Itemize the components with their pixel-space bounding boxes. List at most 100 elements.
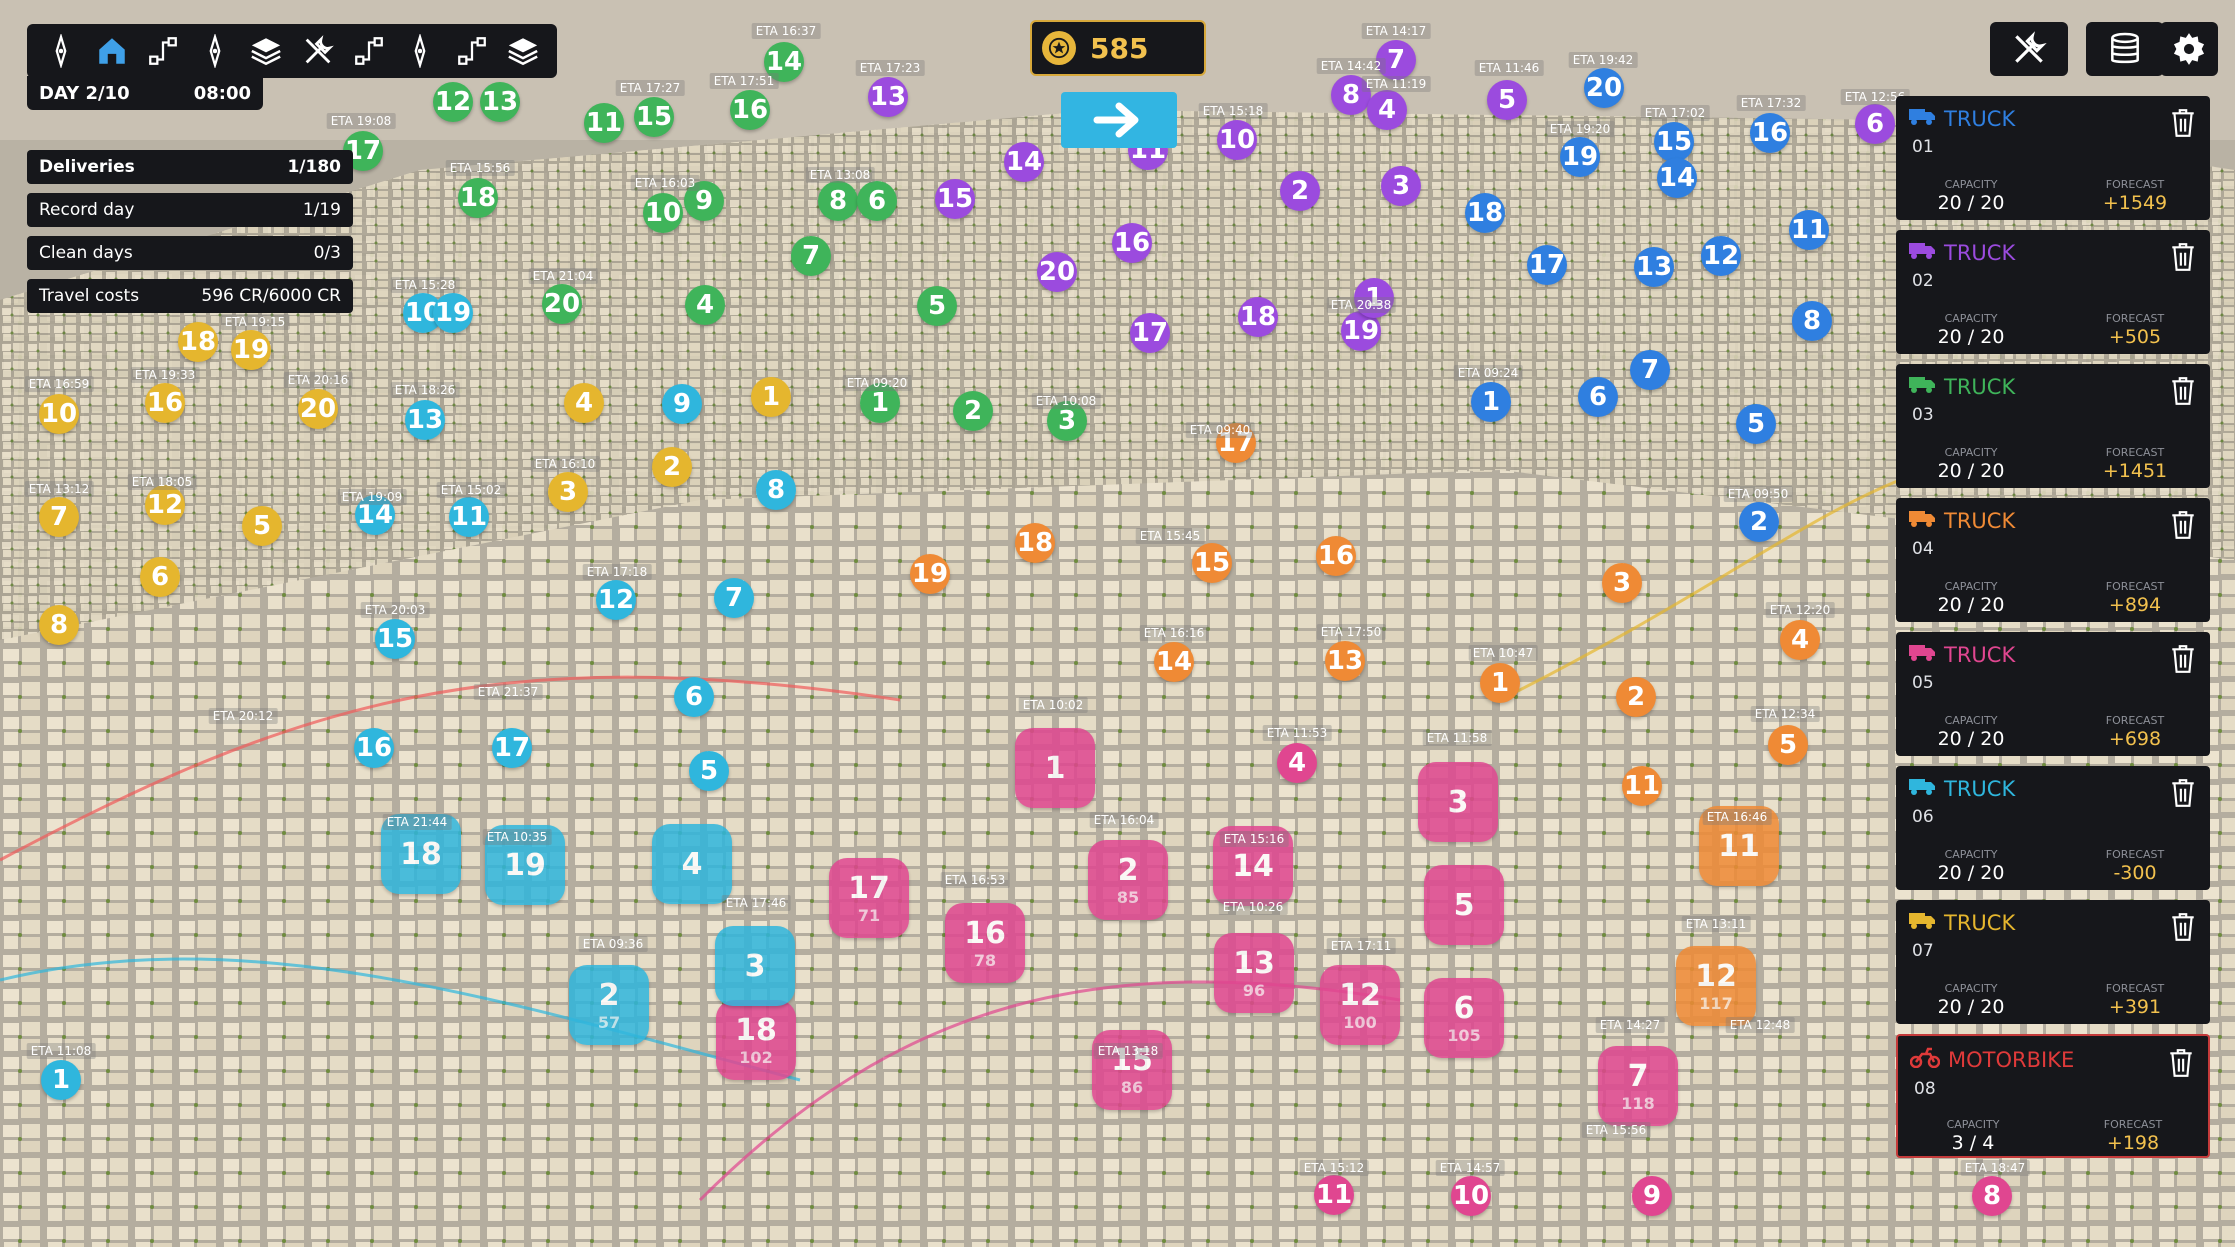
delivery-stop-marker[interactable]: 11 [449,497,489,537]
trash-icon[interactable] [2170,778,2196,808]
pin-icon[interactable] [39,29,83,73]
delivery-stop-marker[interactable]: 4 [564,383,604,423]
delivery-stop-marker[interactable]: 19 [433,293,473,333]
delivery-stop-marker[interactable]: 2 [652,447,692,487]
vehicle-card[interactable]: TRUCK 01 CAPACITY FORECAST 20 / 20 +1549 [1896,96,2210,220]
trash-icon[interactable] [2170,644,2196,674]
delivery-stop-marker[interactable]: 6 [674,677,714,717]
delivery-stop-marker[interactable]: 15 [1192,543,1232,583]
delivery-stop-marker[interactable]: 2 [1616,677,1656,717]
delivery-stop-marker-large[interactable]: 17 71 [829,858,909,938]
delivery-stop-marker[interactable]: 11 [584,103,624,143]
trash-icon[interactable] [2170,510,2196,540]
delivery-stop-marker[interactable]: 12 [1701,236,1741,276]
delivery-stop-marker[interactable]: 5 [689,751,729,791]
delivery-stop-marker[interactable]: 16 [1750,113,1790,153]
delivery-stop-marker[interactable]: 8 [1792,301,1832,341]
delivery-stop-marker[interactable]: 5 [917,286,957,326]
delivery-stop-marker-large[interactable]: 15 86 [1092,1030,1172,1110]
delivery-stop-marker[interactable]: 5 [1768,725,1808,765]
delivery-stop-marker[interactable]: 8 [756,470,796,510]
delivery-stop-marker-large[interactable]: 7 118 [1598,1046,1678,1126]
delivery-stop-marker[interactable]: 17 [1527,245,1567,285]
delivery-stop-marker[interactable]: 5 [242,506,282,546]
delivery-stop-marker[interactable]: 3 [1381,166,1421,206]
delivery-stop-marker[interactable]: 7 [1630,350,1670,390]
delivery-stop-marker[interactable]: 13 [1634,247,1674,287]
delivery-stop-marker[interactable]: 10 [39,394,79,434]
delivery-stop-marker[interactable]: 1 [1471,382,1511,422]
delivery-stop-marker[interactable]: 19 [910,554,950,594]
delivery-stop-marker[interactable]: 16 [145,383,185,423]
delivery-stop-marker[interactable]: 18 [1465,193,1505,233]
delivery-stop-marker[interactable]: 11 [1789,210,1829,250]
delivery-stop-marker[interactable]: 18 [178,322,218,362]
delivery-stop-marker[interactable]: 5 [1736,404,1776,444]
delivery-stop-marker[interactable]: 15 [634,97,674,137]
delivery-stop-marker[interactable]: 18 [1238,297,1278,337]
route-icon[interactable] [141,29,185,73]
delivery-stop-marker[interactable]: 16 [730,90,770,130]
delivery-stop-marker[interactable]: 12 [433,82,473,122]
vehicle-card[interactable]: TRUCK 02 CAPACITY FORECAST 20 / 20 +505 [1896,230,2210,354]
delivery-stop-marker[interactable]: 18 [1015,523,1055,563]
trash-icon[interactable] [2168,1048,2194,1078]
delivery-stop-marker[interactable]: 8 [1972,1176,2012,1216]
next-step-button[interactable] [1061,92,1177,148]
settings-button[interactable] [2160,22,2218,76]
delivery-stop-marker[interactable]: 9 [662,384,702,424]
delivery-stop-marker[interactable]: 2 [953,391,993,431]
delivery-stop-marker[interactable]: 4 [685,285,725,325]
delivery-stop-marker[interactable]: 6 [1578,377,1618,417]
pin-icon[interactable] [398,29,442,73]
delivery-stop-marker[interactable]: 8 [39,605,79,645]
delivery-stop-marker[interactable]: 2 [1280,171,1320,211]
vehicle-card[interactable]: MOTORBIKE 08 CAPACITY FORECAST 3 / 4 +19… [1896,1034,2210,1158]
delivery-stop-marker[interactable]: 13 [405,400,445,440]
route-icon[interactable] [347,29,391,73]
delivery-stop-marker[interactable]: 20 [1584,68,1624,108]
trash-icon[interactable] [2170,376,2196,406]
delivery-stop-marker[interactable]: 3 [548,472,588,512]
delivery-stop-marker[interactable]: 19 [231,330,271,370]
vehicle-card[interactable]: TRUCK 03 CAPACITY FORECAST 20 / 20 +1451 [1896,364,2210,488]
delivery-stop-marker[interactable]: 15 [1654,122,1694,162]
delivery-stop-marker[interactable]: 11 [1314,1175,1354,1215]
delivery-stop-marker[interactable]: 4 [1780,620,1820,660]
delivery-stop-marker[interactable]: 16 [1316,536,1356,576]
delivery-stop-marker[interactable]: 10 [1451,1176,1491,1216]
delivery-stop-marker[interactable]: 1 [41,1060,81,1100]
delivery-stop-marker[interactable]: 3 [1602,563,1642,603]
finance-button[interactable] [2086,22,2164,76]
delivery-stop-marker-large[interactable]: 3 [1418,762,1498,842]
delivery-stop-marker[interactable]: 2 [1739,502,1779,542]
delivery-stop-marker[interactable]: 19 [1560,137,1600,177]
delivery-stop-marker[interactable]: 10 [643,193,683,233]
layers-icon[interactable] [244,29,288,73]
delivery-stop-marker[interactable]: 20 [542,284,582,324]
delivery-stop-marker[interactable]: 15 [375,619,415,659]
delivery-stop-marker-large[interactable]: 2 57 [569,965,649,1045]
delivery-stop-marker[interactable]: 18 [458,178,498,218]
pin-icon[interactable] [193,29,237,73]
delivery-stop-marker-large[interactable]: 12 100 [1320,965,1400,1045]
vehicle-card[interactable]: TRUCK 04 CAPACITY FORECAST 20 / 20 +894 [1896,498,2210,622]
delivery-stop-marker[interactable]: 13 [868,77,908,117]
delivery-stop-marker[interactable]: 17 [1130,313,1170,353]
delivery-stop-marker-large[interactable]: 3 [715,926,795,1006]
vehicle-card[interactable]: TRUCK 05 CAPACITY FORECAST 20 / 20 +698 [1896,632,2210,756]
delivery-stop-marker[interactable]: 7 [39,497,79,537]
delivery-stop-marker[interactable]: 1 [751,377,791,417]
delivery-stop-marker[interactable]: 13 [1325,641,1365,681]
tools-button[interactable] [1990,22,2068,76]
delivery-stop-marker[interactable]: 6 [1855,104,1895,144]
delivery-stop-marker[interactable]: 4 [1367,90,1407,130]
route-icon[interactable] [450,29,494,73]
vehicle-card[interactable]: TRUCK 06 CAPACITY FORECAST 20 / 20 -300 [1896,766,2210,890]
delivery-stop-marker[interactable]: 12 [145,485,185,525]
delivery-stop-marker[interactable]: 15 [935,179,975,219]
delivery-stop-marker[interactable]: 4 [1277,743,1317,783]
delivery-stop-marker[interactable]: 16 [354,728,394,768]
delivery-stop-marker[interactable]: 11 [1622,766,1662,806]
delivery-stop-marker-large[interactable]: 12 117 [1676,946,1756,1026]
